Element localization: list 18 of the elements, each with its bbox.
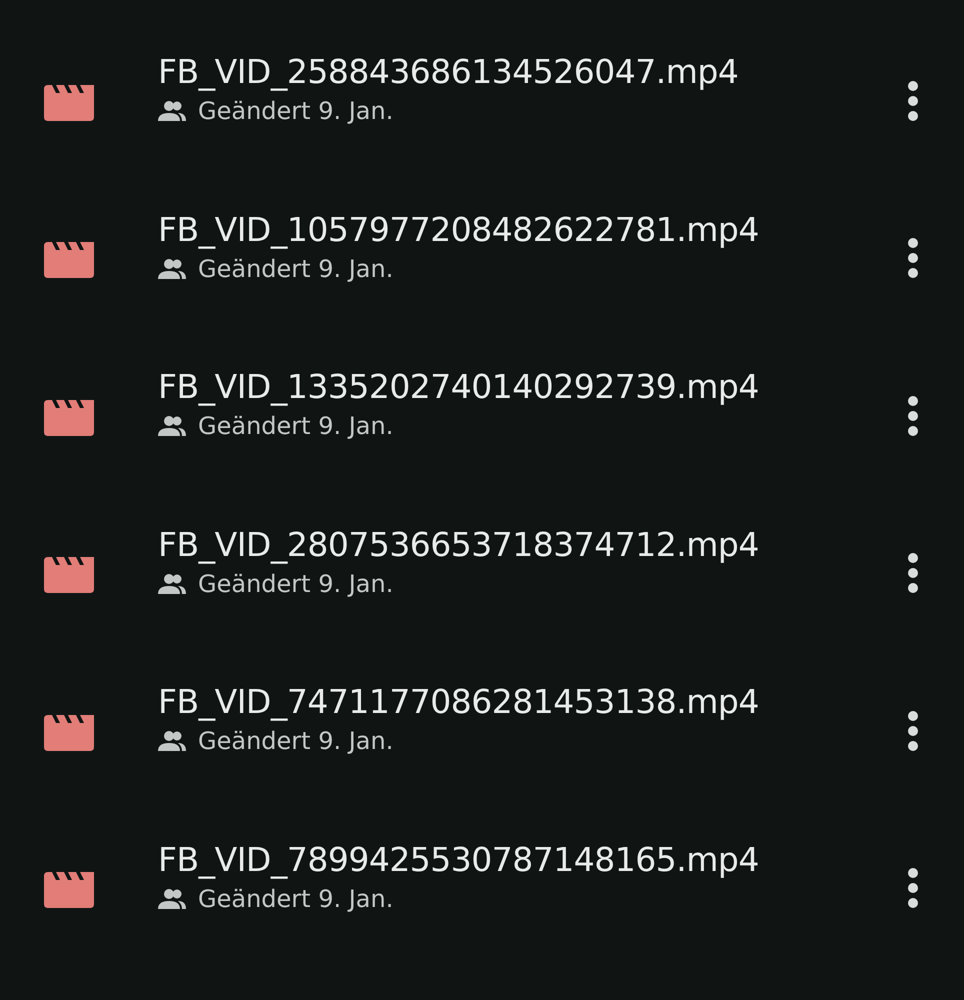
file-name: FB_VID_7471177086281453138.mp4 <box>158 682 760 722</box>
modified-date: Geändert 9. Jan. <box>198 570 394 598</box>
modified-date: Geändert 9. Jan. <box>198 727 394 756</box>
more-options-icon[interactable] <box>907 238 919 278</box>
file-name: FB_VID_1335202740140292739.mp4 <box>158 367 760 406</box>
file-name: FB_VID_1057977208482622781.mp4 <box>158 210 760 249</box>
modified-date: Geändert 9. Jan. <box>198 884 394 913</box>
more-options-icon[interactable] <box>907 868 919 908</box>
file-name: FB_VID_2807536653718374712.mp4 <box>158 524 760 564</box>
modified-date: Geändert 9. Jan. <box>198 254 394 283</box>
more-options-icon[interactable] <box>907 710 919 751</box>
modified-date: Geändert 9. Jan. <box>198 97 394 126</box>
more-options-icon[interactable] <box>907 396 919 436</box>
modified-date: Geändert 9. Jan. <box>198 412 394 440</box>
more-options-icon[interactable] <box>907 553 919 594</box>
file-name: FB_VID_258843686134526047.mp4 <box>158 52 740 92</box>
more-options-icon[interactable] <box>907 80 919 121</box>
file-name: FB_VID_7899425530787148165.mp4 <box>158 840 760 879</box>
